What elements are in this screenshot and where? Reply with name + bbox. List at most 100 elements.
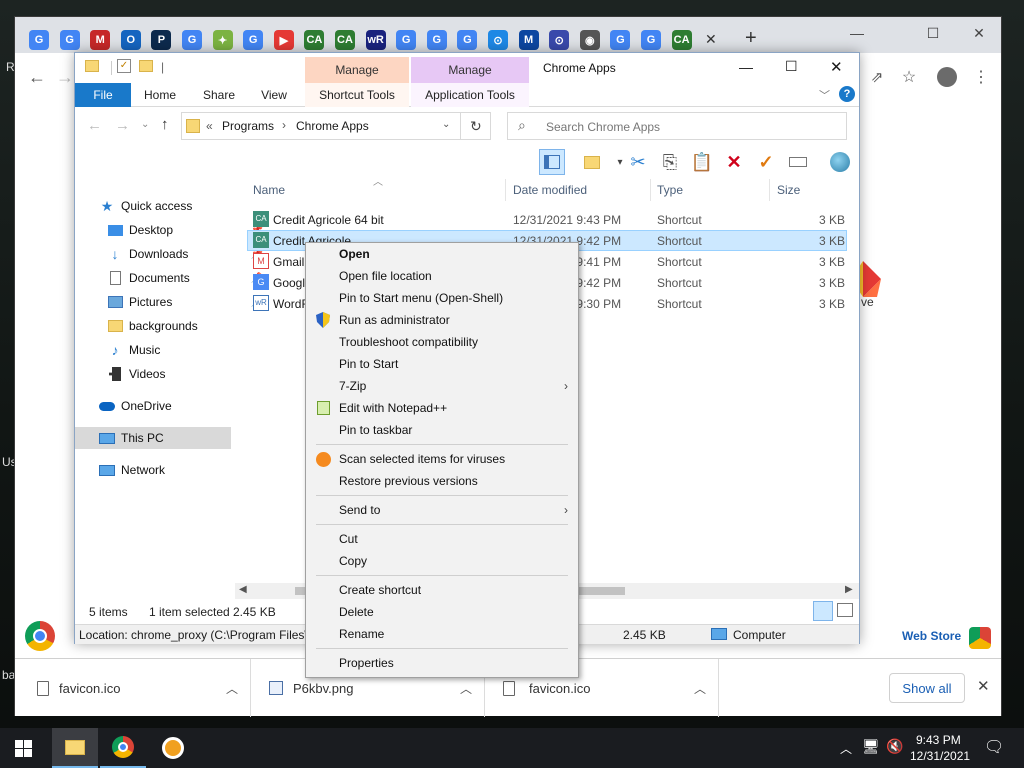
properties-qat-icon[interactable]: ✓ bbox=[117, 59, 131, 73]
chevron-up-icon[interactable]: ︿ bbox=[226, 680, 238, 697]
close-button[interactable]: ✕ bbox=[959, 19, 999, 47]
minimize-button[interactable]: — bbox=[739, 59, 753, 75]
qat-dropdown-icon[interactable]: | bbox=[161, 60, 164, 74]
menu-kebab-icon[interactable]: ⋮ bbox=[967, 63, 995, 91]
refresh-icon[interactable]: ↻ bbox=[470, 118, 482, 135]
minimize-button[interactable]: — bbox=[837, 19, 877, 47]
nav-documents[interactable]: Documents📌 bbox=[107, 267, 263, 289]
tab-view[interactable]: View bbox=[251, 83, 297, 107]
address-dropdown-icon[interactable]: ⌄ bbox=[442, 119, 450, 130]
details-view-icon[interactable] bbox=[813, 601, 833, 621]
taskbar-chrome[interactable] bbox=[100, 728, 146, 768]
manage-context-tab[interactable]: Manage bbox=[411, 57, 529, 83]
tab-favicon-icon[interactable]: M bbox=[518, 30, 539, 50]
volume-muted-icon[interactable]: 🔇 bbox=[886, 738, 903, 755]
search-input[interactable]: ⌕ Search Chrome Apps bbox=[507, 112, 847, 140]
tab-favicon-icon[interactable]: ⊙ bbox=[488, 30, 508, 50]
menu-item-open[interactable]: Open bbox=[306, 243, 578, 265]
new-folder-icon[interactable] bbox=[579, 149, 605, 175]
column-size[interactable]: Size bbox=[777, 183, 800, 197]
tab-favicon-icon[interactable]: G bbox=[182, 30, 202, 50]
tab-favicon-icon[interactable]: ⊙ bbox=[549, 30, 570, 50]
manage-context-tab[interactable]: Manage bbox=[305, 57, 409, 83]
nav-network[interactable]: Network bbox=[99, 459, 255, 481]
nav-videos[interactable]: Videos bbox=[107, 363, 263, 385]
clock-date[interactable]: 12/31/2021 bbox=[910, 749, 970, 763]
close-button[interactable]: ✕ bbox=[830, 58, 843, 76]
menu-item-troubleshoot-compatibility[interactable]: Troubleshoot compatibility bbox=[306, 331, 578, 353]
menu-item-restore-previous-versions[interactable]: Restore previous versions bbox=[306, 470, 578, 492]
tab-favicon-icon[interactable]: G bbox=[610, 30, 631, 50]
tab-favicon-icon[interactable]: CA bbox=[335, 30, 355, 50]
column-date-modified[interactable]: Date modified bbox=[513, 183, 587, 197]
rename-icon[interactable] bbox=[785, 149, 811, 175]
taskbar-app[interactable] bbox=[150, 728, 196, 768]
tab-shortcut-tools[interactable]: Shortcut Tools bbox=[305, 83, 409, 107]
web-store-link[interactable]: Web Store bbox=[902, 629, 961, 643]
taskbar-file-explorer[interactable] bbox=[52, 728, 98, 768]
scroll-left-icon[interactable]: ◀ bbox=[239, 584, 247, 595]
tab-share[interactable]: Share bbox=[193, 83, 245, 107]
notification-icon[interactable]: 🗨 bbox=[984, 737, 1004, 757]
menu-item-pin-start-open-shell[interactable]: Pin to Start menu (Open-Shell) bbox=[306, 287, 578, 309]
menu-item-pin-to-start[interactable]: Pin to Start bbox=[306, 353, 578, 375]
web-store-icon[interactable] bbox=[969, 627, 991, 649]
paste-icon[interactable]: 📋 bbox=[689, 149, 715, 175]
globe-icon[interactable] bbox=[827, 149, 853, 175]
file-row[interactable]: CA Credit Agricole 64 bit 12/31/2021 9:4… bbox=[247, 209, 847, 230]
menu-item-copy[interactable]: Copy bbox=[306, 550, 578, 572]
nav-backgrounds[interactable]: backgrounds bbox=[107, 315, 263, 337]
tab-favicon-icon[interactable]: G bbox=[243, 30, 264, 50]
menu-item-rename[interactable]: Rename bbox=[306, 623, 578, 645]
show-all-button[interactable]: Show all bbox=[889, 673, 965, 703]
back-arrow-icon[interactable]: ← bbox=[87, 117, 102, 134]
forward-arrow-icon[interactable]: → bbox=[115, 117, 130, 134]
column-type[interactable]: Type bbox=[657, 183, 683, 197]
nav-downloads[interactable]: ↓Downloads📌 bbox=[107, 243, 264, 265]
menu-item-properties[interactable]: Properties bbox=[306, 652, 578, 674]
menu-item-run-as-administrator[interactable]: Run as administrator bbox=[306, 309, 578, 331]
tray-chevron-icon[interactable]: ︿ bbox=[840, 740, 852, 757]
chevron-up-icon[interactable]: ︿ bbox=[694, 680, 706, 697]
tab-favicon-icon[interactable]: CA bbox=[304, 30, 325, 50]
tab-favicon-icon[interactable]: G bbox=[396, 30, 417, 50]
tab-favicon-icon[interactable]: P bbox=[151, 30, 172, 50]
maximize-button[interactable]: ☐ bbox=[913, 19, 953, 47]
large-icons-view-icon[interactable] bbox=[837, 603, 853, 617]
download-item[interactable]: favicon.ico ︿ bbox=[15, 659, 251, 717]
bookmark-star-icon[interactable]: ☆ bbox=[895, 63, 923, 91]
nav-music[interactable]: ♪ Music bbox=[107, 339, 263, 361]
tab-favicon-icon[interactable]: wR bbox=[365, 30, 386, 50]
tab-favicon-icon[interactable]: ◉ bbox=[579, 30, 600, 50]
nav-desktop[interactable]: Desktop📌 bbox=[107, 219, 263, 241]
tab-favicon-icon[interactable]: G bbox=[641, 30, 661, 50]
help-icon[interactable]: ? bbox=[839, 86, 855, 102]
breadcrumb-chrome-apps[interactable]: Chrome Apps bbox=[296, 119, 369, 133]
preview-pane-icon[interactable] bbox=[539, 149, 565, 175]
up-arrow-icon[interactable]: ↑ bbox=[161, 116, 169, 133]
maximize-button[interactable]: ☐ bbox=[785, 58, 798, 75]
tab-favicon-icon[interactable]: G bbox=[59, 30, 80, 50]
tab-favicon-icon[interactable]: O bbox=[120, 30, 141, 50]
start-button[interactable] bbox=[0, 728, 46, 768]
network-tray-icon[interactable]: 🖥 bbox=[862, 738, 880, 755]
tab-favicon-icon[interactable]: G bbox=[457, 30, 478, 50]
tab-favicon-icon[interactable]: M bbox=[90, 30, 111, 50]
tab-favicon-icon[interactable]: ✦ bbox=[212, 30, 233, 50]
breadcrumb-overflow[interactable]: « bbox=[206, 119, 213, 133]
menu-item-send-to[interactable]: Send to › bbox=[306, 499, 578, 521]
menu-item-cut[interactable]: Cut bbox=[306, 528, 578, 550]
chevron-up-icon[interactable]: ︿ bbox=[460, 680, 472, 697]
close-download-bar-icon[interactable]: ✕ bbox=[977, 677, 990, 695]
nav-onedrive[interactable]: OneDrive bbox=[99, 395, 255, 417]
column-name[interactable]: Name bbox=[253, 183, 285, 197]
new-folder-qat-icon[interactable] bbox=[139, 60, 153, 72]
nav-pictures[interactable]: Pictures📌 bbox=[107, 291, 263, 313]
address-bar[interactable]: « Programs › Chrome Apps ⌄ ↻ bbox=[181, 112, 491, 140]
new-tab-button[interactable]: + bbox=[745, 27, 757, 50]
menu-item-edit-notepad-plus[interactable]: Edit with Notepad++ bbox=[306, 397, 578, 419]
tab-favicon-icon[interactable]: G bbox=[29, 30, 49, 50]
breadcrumb-separator[interactable]: › bbox=[282, 118, 286, 132]
tab-favicon-icon[interactable]: G bbox=[426, 30, 447, 50]
cut-icon[interactable]: ✂ bbox=[625, 149, 651, 175]
